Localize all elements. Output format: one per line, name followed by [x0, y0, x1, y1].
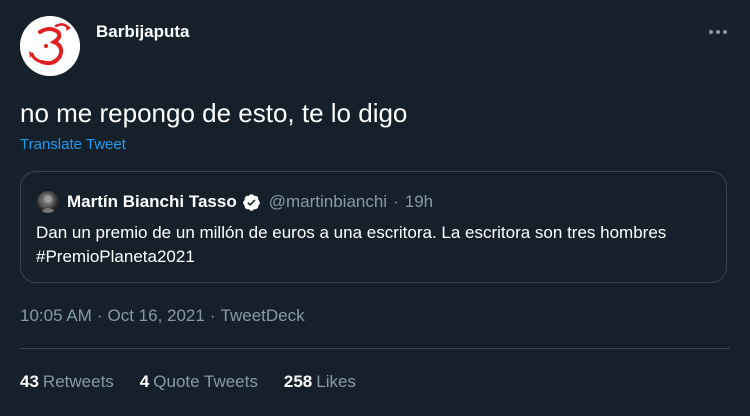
devil-logo-icon	[20, 16, 80, 76]
tweet-meta: 10:05 AM · Oct 16, 2021 · TweetDeck	[20, 306, 305, 326]
quoted-author-avatar[interactable]	[37, 191, 59, 213]
likes-label: Likes	[316, 372, 356, 391]
tweet-date[interactable]: Oct 16, 2021	[108, 306, 205, 325]
author-avatar[interactable]	[20, 16, 80, 76]
author-name[interactable]: Barbijaputa	[96, 22, 190, 42]
tweet-text: no me repongo de esto, te lo digo	[20, 98, 408, 128]
more-dots-icon-2	[716, 30, 720, 34]
meta-separator-2: ·	[209, 306, 216, 325]
likes-count: 258	[283, 372, 313, 391]
translate-tweet-link[interactable]: Translate Tweet	[20, 136, 126, 153]
quote-tweets-count: 4	[139, 372, 150, 391]
quoted-author-name: Martín Bianchi Tasso	[67, 192, 237, 211]
verified-badge-icon	[242, 193, 260, 211]
tweet-source[interactable]: TweetDeck	[221, 306, 305, 325]
quoted-timestamp[interactable]: 19h	[405, 190, 433, 214]
engagement-stats: 43 Retweets 4 Quote Tweets 258 Likes	[20, 372, 382, 392]
tweet-detail: Barbijaputa no me repongo de esto, te lo…	[0, 0, 750, 416]
likes-stat[interactable]: 258 Likes	[284, 372, 356, 392]
quoted-author-handle: @martinbianchi	[268, 192, 388, 211]
more-options-button[interactable]	[706, 20, 730, 44]
more-dots-icon	[709, 30, 713, 34]
quoted-separator: ·	[393, 192, 399, 211]
quoted-avatar-photo	[40, 195, 56, 213]
quote-tweets-label: Quote Tweets	[153, 372, 258, 391]
meta-separator: ·	[96, 306, 103, 325]
quoted-header: Martín Bianchi Tasso @martinbianchi · 19…	[67, 190, 433, 214]
more-dots-icon-3	[723, 30, 727, 34]
retweets-label: Retweets	[42, 372, 114, 391]
quote-tweets-stat[interactable]: 4 Quote Tweets	[140, 372, 258, 392]
quoted-tweet-text: Dan un premio de un millón de euros a un…	[36, 223, 667, 266]
retweets-stat[interactable]: 43 Retweets	[20, 372, 114, 392]
divider	[20, 348, 730, 349]
tweet-time[interactable]: 10:05 AM	[20, 306, 92, 325]
quoted-tweet-card[interactable]: Martín Bianchi Tasso @martinbianchi · 19…	[20, 171, 727, 283]
retweets-count: 43	[20, 372, 39, 391]
